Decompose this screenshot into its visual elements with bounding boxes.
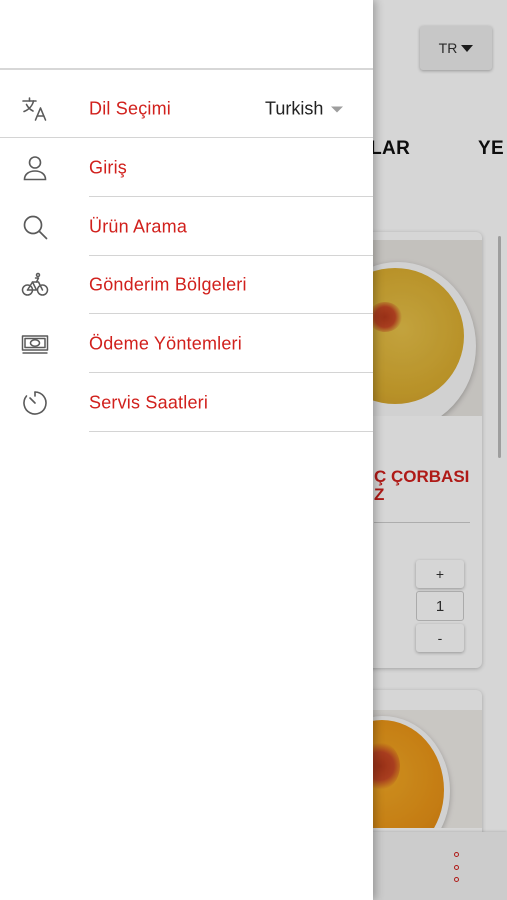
- person-icon: [20, 153, 50, 183]
- menu-item-label: Gönderim Bölgeleri: [89, 274, 247, 295]
- divider: [89, 372, 373, 373]
- translate-icon: [20, 94, 50, 124]
- language-select-value: Turkish: [265, 98, 324, 119]
- menu-item-language[interactable]: Dil Seçimi Turkish: [0, 80, 373, 138]
- divider: [89, 431, 373, 432]
- bicycle-icon: [20, 270, 50, 300]
- menu-item-login[interactable]: Giriş: [0, 139, 373, 197]
- language-select[interactable]: Turkish: [265, 98, 344, 120]
- divider: [89, 313, 373, 314]
- menu-item-label: Giriş: [89, 157, 127, 178]
- drawer-header: [0, 0, 373, 70]
- cash-icon: [20, 329, 50, 359]
- dropdown-arrow-icon: [331, 106, 344, 112]
- menu-item-label: Ödeme Yöntemleri: [89, 333, 242, 354]
- divider: [89, 196, 373, 197]
- divider: [0, 137, 373, 138]
- menu-item-search[interactable]: Ürün Arama: [0, 198, 373, 256]
- menu-item-delivery-regions[interactable]: Gönderim Bölgeleri: [0, 256, 373, 314]
- timer-icon: [20, 388, 50, 418]
- menu-item-label: Dil Seçimi: [89, 98, 172, 119]
- menu-item-payment-methods[interactable]: Ödeme Yöntemleri: [0, 315, 373, 373]
- navigation-drawer: Dil Seçimi Turkish Giriş Ürün Arama Gönd…: [0, 0, 373, 900]
- menu-item-label: Servis Saatleri: [89, 392, 209, 413]
- search-icon: [20, 212, 50, 242]
- menu-item-label: Ürün Arama: [89, 216, 188, 237]
- menu-item-service-hours[interactable]: Servis Saatleri: [0, 374, 373, 432]
